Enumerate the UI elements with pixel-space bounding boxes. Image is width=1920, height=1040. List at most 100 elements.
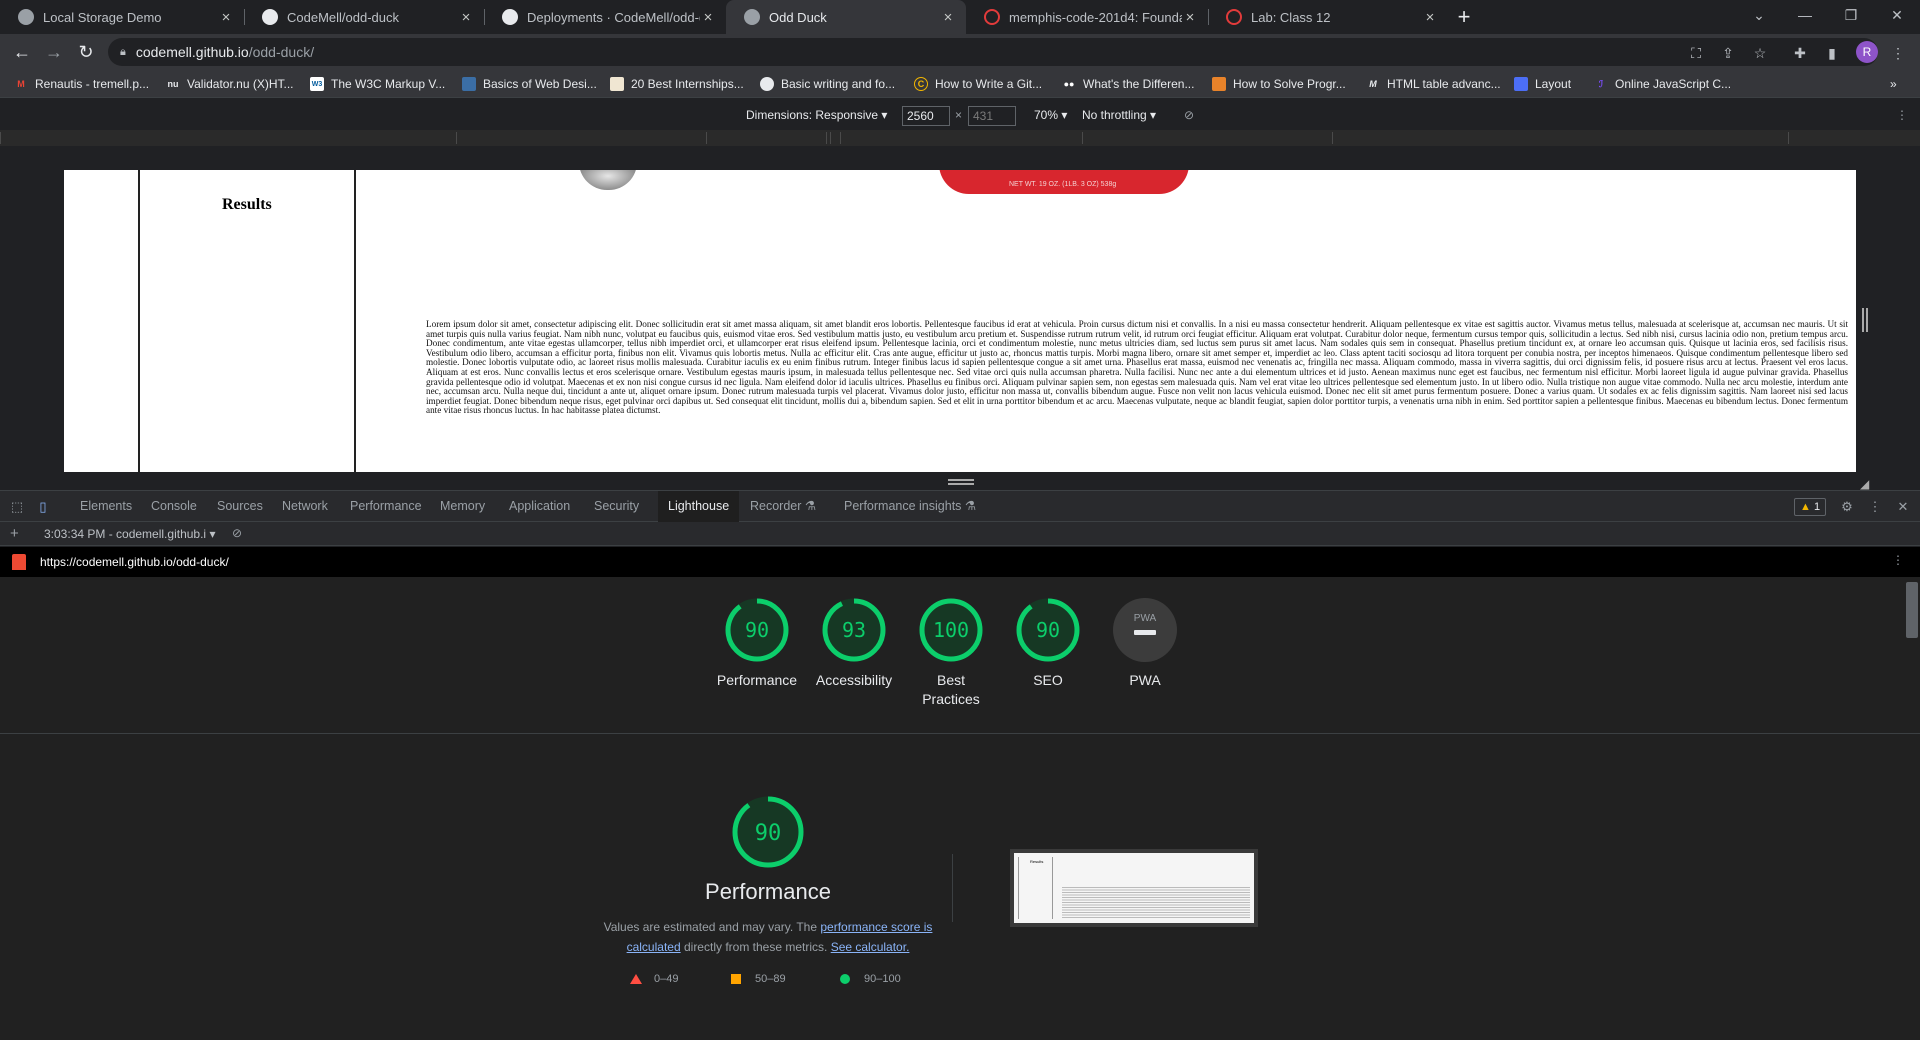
browser-tab[interactable]: Local Storage Demo ×: [0, 0, 244, 34]
page-screenshot-thumbnail[interactable]: Results: [1010, 849, 1258, 927]
bookmark-item[interactable]: nu Validator.nu (X)HT...: [166, 75, 306, 93]
bookmark-item[interactable]: Basic writing and fo...: [760, 75, 900, 93]
triangle-icon: [630, 974, 642, 984]
see-calculator-link[interactable]: See calculator.: [831, 940, 910, 954]
close-tab-icon[interactable]: ×: [218, 9, 234, 26]
close-devtools-icon[interactable]: ✕: [1894, 498, 1912, 516]
width-input[interactable]: 2560: [902, 106, 950, 126]
bookmark-item[interactable]: Basics of Web Desi...: [462, 75, 602, 93]
close-tab-icon[interactable]: ×: [1422, 9, 1438, 26]
browser-tab[interactable]: Deployments · CodeMell/odd-du ×: [484, 0, 726, 34]
bookmark-item[interactable]: W3 The W3C Markup V...: [310, 75, 450, 93]
zoom-dropdown[interactable]: 70% ▾: [1034, 108, 1067, 122]
share-icon[interactable]: ⇪: [1718, 43, 1738, 63]
browser-tab-active[interactable]: Odd Duck ×: [726, 0, 966, 34]
bookmark-item[interactable]: 20 Best Internships...: [610, 75, 750, 93]
bookmarks-overflow-icon[interactable]: »: [1890, 75, 1910, 93]
tab-network[interactable]: Network: [272, 491, 338, 522]
score-gauge-performance[interactable]: 90 Performance: [717, 597, 797, 690]
kebab-menu-icon[interactable]: ⋮: [1888, 43, 1908, 63]
js-icon: ℐ: [1598, 78, 1604, 89]
bookmark-item[interactable]: Layout: [1514, 75, 1594, 93]
gauge-label: SEO: [1033, 672, 1063, 688]
extensions-icon[interactable]: ✚: [1790, 43, 1810, 63]
media-query-ruler: [0, 130, 1920, 146]
browser-tab[interactable]: CodeMell/odd-duck ×: [244, 0, 484, 34]
devtools-scrollbar[interactable]: [1906, 582, 1918, 638]
bookmark-star-icon[interactable]: ☆: [1750, 43, 1770, 63]
tab-label: Performance insights: [844, 499, 962, 513]
viewport-corner-handle[interactable]: ◢: [1860, 477, 1869, 491]
tab-application[interactable]: Application: [499, 491, 580, 522]
settings-gear-icon[interactable]: ⚙: [1838, 498, 1856, 516]
tab-lighthouse[interactable]: Lighthouse: [658, 491, 740, 522]
browser-toolbar: ← → ↻ 🔒︎ codemell.github.io /odd-duck/ ⛶…: [0, 34, 1920, 70]
viewport-width-handle[interactable]: [1862, 308, 1868, 332]
legend-fail: 0–49: [630, 973, 678, 985]
lock-icon: 🔒︎: [120, 45, 126, 58]
warning-badge[interactable]: ▲ 1: [1794, 498, 1827, 516]
close-tab-icon[interactable]: ×: [940, 9, 956, 26]
close-tab-icon[interactable]: ×: [700, 9, 716, 26]
clear-reports-icon[interactable]: ⊘: [232, 526, 242, 540]
gauge-label: Best Practices: [922, 672, 980, 707]
forward-arrow-icon[interactable]: →: [42, 40, 66, 64]
translate-icon[interactable]: ⛶: [1686, 43, 1706, 63]
report-selector[interactable]: 3:03:34 PM - codemell.github.i ▾: [44, 527, 215, 541]
side-panel-icon[interactable]: ▮: [1822, 43, 1842, 63]
bookmark-item[interactable]: ℐ Online JavaScript C...: [1594, 75, 1734, 93]
lighthouse-icon: [12, 554, 26, 570]
profile-avatar[interactable]: R: [1856, 41, 1878, 63]
inspect-element-icon[interactable]: ⬚: [8, 498, 26, 516]
tab-search-icon[interactable]: ⌄: [1736, 0, 1782, 30]
score-gauge-seo[interactable]: 90 SEO: [1012, 597, 1084, 690]
tab-memory[interactable]: Memory: [430, 491, 495, 522]
close-tab-icon[interactable]: ×: [1182, 9, 1198, 26]
report-menu-icon[interactable]: ⋮: [1892, 553, 1904, 567]
tab-elements[interactable]: Elements: [70, 491, 142, 522]
device-toolbar-menu-icon[interactable]: ⋮: [1896, 108, 1908, 122]
gauge-label: PWA: [1129, 672, 1161, 688]
viewport-height-handle[interactable]: [948, 479, 974, 485]
reload-icon[interactable]: ↻: [74, 40, 98, 64]
new-tab-button[interactable]: +: [1450, 4, 1478, 30]
close-tab-icon[interactable]: ×: [458, 9, 474, 26]
device-toggle-icon[interactable]: ▯: [34, 498, 52, 516]
tab-security[interactable]: Security: [584, 491, 649, 522]
tab-performance-insights[interactable]: Performance insights ⚗: [834, 491, 986, 522]
tab-recorder[interactable]: Recorder ⚗: [740, 491, 826, 522]
bookmark-item[interactable]: M HTML table advanc...: [1366, 75, 1506, 93]
bookmark-item[interactable]: How to Solve Progr...: [1212, 75, 1352, 93]
tab-performance[interactable]: Performance: [340, 491, 432, 522]
tab-title: Deployments · CodeMell/odd-du: [527, 9, 700, 25]
score-gauge-pwa[interactable]: PWA PWA: [1109, 597, 1181, 690]
gauge-score: 93: [842, 618, 866, 642]
tab-sources[interactable]: Sources: [207, 491, 273, 522]
bookmark-item[interactable]: C How to Write a Git...: [914, 75, 1054, 93]
minimize-icon[interactable]: —: [1782, 0, 1828, 30]
new-report-icon[interactable]: +: [10, 525, 19, 542]
gauge-label: Performance: [716, 672, 798, 688]
dropdown-caret-icon: ▾: [881, 108, 888, 122]
tab-console[interactable]: Console: [141, 491, 207, 522]
back-arrow-icon[interactable]: ←: [10, 40, 34, 64]
tab-title: Local Storage Demo: [43, 9, 162, 25]
c-icon: C: [914, 77, 928, 91]
bookmark-item[interactable]: ●● What's the Differen...: [1062, 75, 1202, 93]
page-preview: NET WT. 19 OZ. (1LB. 3 OZ) 538g Results …: [64, 170, 1856, 472]
restore-icon[interactable]: ❐: [1828, 0, 1874, 30]
browser-tab[interactable]: memphis-code-201d4: Foundatio ×: [966, 0, 1208, 34]
audited-url[interactable]: https://codemell.github.io/odd-duck/: [40, 555, 229, 569]
score-gauge-best-practices[interactable]: 100 Best Practices: [915, 597, 987, 709]
rotate-icon[interactable]: ⊘: [1184, 108, 1194, 122]
throttling-dropdown[interactable]: No throttling ▾: [1082, 108, 1156, 122]
browser-tab[interactable]: Lab: Class 12 ×: [1208, 0, 1448, 34]
performance-detail-gauge: 90: [731, 795, 805, 874]
address-bar[interactable]: 🔒︎ codemell.github.io /odd-duck/: [108, 38, 1878, 66]
bookmark-item[interactable]: M Renautis - tremell.p...: [14, 75, 154, 93]
close-window-icon[interactable]: ✕: [1874, 0, 1920, 30]
dimensions-dropdown[interactable]: Dimensions: Responsive ▾: [746, 108, 887, 122]
devtools-menu-icon[interactable]: ⋮: [1866, 498, 1884, 516]
height-input[interactable]: 431: [968, 106, 1016, 126]
score-gauge-accessibility[interactable]: 93 Accessibility: [816, 597, 892, 690]
